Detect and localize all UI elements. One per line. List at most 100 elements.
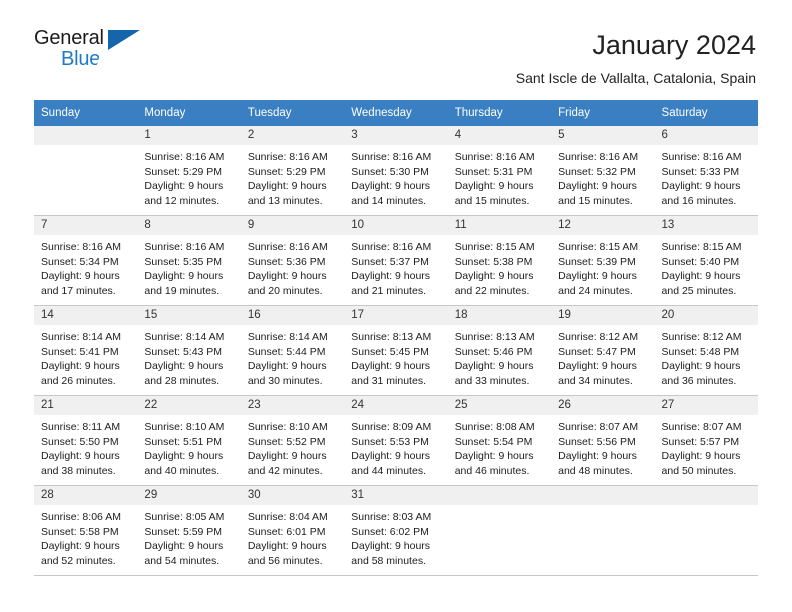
calendar-day-cell[interactable]: 17 Sunrise: 8:13 AM Sunset: 5:45 PM Dayligh… (344, 306, 448, 395)
calendar-day-cell[interactable]: 16 Sunrise: 8:14 AM Sunset: 5:44 PM Dayligh… (240, 306, 345, 395)
calendar-day-cell[interactable]: 5 Sunrise: 8:16 AM Sunset: 5:32 PM Daylight… (551, 126, 655, 215)
calendar-day-cell[interactable]: 10 Sunrise: 8:16 AM Sunset: 5:37 PM Dayligh… (344, 216, 448, 305)
day-daylight-1-text: Daylight: 9 hours (41, 540, 120, 553)
day-number: 18 (447, 306, 552, 326)
calendar-day-cell[interactable]: 1 Sunrise: 8:16 AM Sunset: 5:29 PM Daylight… (137, 126, 241, 215)
calendar-day-cell[interactable]: 13 Sunrise: 8:15 AM Sunset: 5:40 PM Dayligh… (654, 216, 758, 305)
day-sunrise-text: Sunrise: 8:13 AM (351, 331, 432, 344)
calendar-day-cell[interactable]: 11 Sunrise: 8:15 AM Sunset: 5:38 PM Dayligh… (447, 216, 552, 305)
calendar-week-row: 14 Sunrise: 8:14 AM Sunset: 5:41 PM Dayligh… (34, 306, 758, 397)
day-sunrise-text: Sunrise: 8:11 AM (41, 421, 121, 434)
page-subtitle: Sant Iscle de Vallalta, Catalonia, Spain (515, 70, 756, 87)
day-sunrise-text: Sunrise: 8:16 AM (558, 151, 639, 164)
day-daylight-2-text: and 33 minutes. (454, 374, 530, 387)
day-sunset-text: Sunset: 5:44 PM (247, 345, 326, 358)
calendar-day-cell[interactable]: 30 Sunrise: 8:04 AM Sunset: 6:01 PM Dayligh… (240, 486, 345, 575)
day-daylight-1-text: Daylight: 9 hours (351, 360, 431, 373)
day-details: Sunrise: 8:12 AM Sunset: 5:47 PM Daylight:… (551, 325, 654, 388)
day-sunset-text: Sunset: 5:56 PM (558, 435, 636, 448)
calendar-day-cell[interactable]: 8 Sunrise: 8:16 AM Sunset: 5:35 PM Daylight… (137, 216, 241, 305)
calendar-cell-empty (654, 486, 758, 575)
calendar-day-cell[interactable]: 29 Sunrise: 8:05 AM Sunset: 5:59 PM Dayligh… (137, 486, 241, 575)
calendar-day-cell[interactable]: 18 Sunrise: 8:13 AM Sunset: 5:46 PM Dayligh… (447, 306, 552, 395)
calendar-day-cell[interactable]: 12 Sunrise: 8:15 AM Sunset: 5:39 PM Dayligh… (551, 216, 655, 305)
calendar-day-cell[interactable]: 4 Sunrise: 8:16 AM Sunset: 5:31 PM Daylight… (447, 126, 552, 215)
day-sunset-text: Sunset: 5:29 PM (247, 165, 326, 178)
day-sunset-text: Sunset: 5:32 PM (558, 165, 636, 178)
calendar-day-cell[interactable]: 22 Sunrise: 8:10 AM Sunset: 5:51 PM Dayligh… (137, 396, 241, 485)
day-sunset-text: Sunset: 5:52 PM (247, 435, 326, 448)
day-daylight-2-text: and 48 minutes. (558, 464, 633, 477)
calendar-weeks: 1 Sunrise: 8:16 AM Sunset: 5:29 PM Daylight… (34, 126, 758, 577)
day-sunset-text: Sunset: 5:41 PM (41, 345, 119, 358)
calendar-day-cell[interactable]: 24 Sunrise: 8:09 AM Sunset: 5:53 PM Dayligh… (344, 396, 448, 485)
day-number: 5 (551, 126, 655, 146)
calendar-day-cell[interactable]: 14 Sunrise: 8:14 AM Sunset: 5:41 PM Dayligh… (34, 306, 138, 395)
calendar-day-cell[interactable]: 2 Sunrise: 8:16 AM Sunset: 5:29 PM Daylight… (240, 126, 345, 215)
calendar-day-cell[interactable]: 3 Sunrise: 8:16 AM Sunset: 5:30 PM Daylight… (344, 126, 448, 215)
calendar-day-cell[interactable]: 27 Sunrise: 8:07 AM Sunset: 5:57 PM Dayligh… (654, 396, 758, 485)
day-sunset-text: Sunset: 5:53 PM (351, 435, 429, 448)
calendar-cell-empty (447, 486, 552, 575)
calendar-day-cell[interactable]: 31 Sunrise: 8:03 AM Sunset: 6:02 PM Dayligh… (344, 486, 448, 575)
day-daylight-2-text: and 21 minutes. (351, 284, 426, 297)
day-sunrise-text: Sunrise: 8:08 AM (454, 421, 535, 434)
day-daylight-1-text: Daylight: 9 hours (247, 180, 327, 193)
calendar-day-cell[interactable]: 25 Sunrise: 8:08 AM Sunset: 5:54 PM Dayligh… (447, 396, 552, 485)
day-sunrise-text: Sunrise: 8:10 AM (247, 421, 328, 434)
day-sunset-text: Sunset: 5:43 PM (144, 345, 223, 358)
calendar-day-cell[interactable]: 19 Sunrise: 8:12 AM Sunset: 5:47 PM Dayligh… (551, 306, 655, 395)
day-number: 1 (137, 126, 241, 146)
day-number: 28 (34, 486, 138, 506)
calendar-day-cell[interactable]: 21 Sunrise: 8:11 AM Sunset: 5:50 PM Dayligh… (34, 396, 138, 485)
day-sunset-text: Sunset: 5:57 PM (661, 435, 740, 448)
day-daylight-1-text: Daylight: 9 hours (454, 450, 534, 463)
calendar-week-row: 1 Sunrise: 8:16 AM Sunset: 5:29 PM Daylight… (34, 126, 758, 217)
calendar-grid: Sunday Monday Tuesday Wednesday Thursday… (34, 100, 758, 577)
day-sunrise-text: Sunrise: 8:04 AM (247, 511, 328, 524)
day-number: 29 (137, 486, 241, 506)
day-daylight-1-text: Daylight: 9 hours (558, 270, 637, 283)
calendar-day-cell[interactable]: 20 Sunrise: 8:12 AM Sunset: 5:48 PM Dayligh… (654, 306, 758, 395)
day-daylight-2-text: and 19 minutes. (144, 284, 220, 297)
calendar-day-cell[interactable]: 28 Sunrise: 8:06 AM Sunset: 5:58 PM Dayligh… (34, 486, 138, 575)
day-daylight-1-text: Daylight: 9 hours (247, 270, 327, 283)
day-details: Sunrise: 8:12 AM Sunset: 5:48 PM Daylight:… (655, 325, 758, 388)
day-details: Sunrise: 8:16 AM Sunset: 5:31 PM Daylight:… (448, 145, 551, 208)
day-details: Sunrise: 8:16 AM Sunset: 5:33 PM Daylight:… (655, 145, 758, 208)
calendar-day-cell[interactable]: 23 Sunrise: 8:10 AM Sunset: 5:52 PM Dayligh… (240, 396, 345, 485)
calendar-day-cell[interactable]: 9 Sunrise: 8:16 AM Sunset: 5:36 PM Daylight… (240, 216, 345, 305)
day-details: Sunrise: 8:06 AM Sunset: 5:58 PM Daylight:… (34, 505, 137, 568)
day-sunset-text: Sunset: 5:29 PM (144, 165, 223, 178)
calendar-day-cell[interactable]: 15 Sunrise: 8:14 AM Sunset: 5:43 PM Dayligh… (137, 306, 241, 395)
day-number: 24 (344, 396, 448, 416)
day-sunset-text: Sunset: 5:36 PM (247, 255, 326, 268)
day-daylight-2-text: and 17 minutes. (41, 284, 116, 297)
day-details: Sunrise: 8:04 AM Sunset: 6:01 PM Daylight:… (241, 505, 344, 568)
day-daylight-2-text: and 22 minutes. (454, 284, 530, 297)
calendar-day-cell[interactable]: 6 Sunrise: 8:16 AM Sunset: 5:33 PM Daylight… (654, 126, 758, 215)
day-details: Sunrise: 8:08 AM Sunset: 5:54 PM Daylight:… (448, 415, 551, 478)
general-blue-logo[interactable]: General Blue (34, 28, 154, 80)
day-sunset-text: Sunset: 6:01 PM (247, 525, 326, 538)
calendar-day-cell[interactable]: 7 Sunrise: 8:16 AM Sunset: 5:34 PM Daylight… (34, 216, 138, 305)
logo-triangle-icon (108, 30, 140, 50)
calendar-day-cell[interactable]: 26 Sunrise: 8:07 AM Sunset: 5:56 PM Dayligh… (551, 396, 655, 485)
day-sunset-text: Sunset: 5:37 PM (351, 255, 429, 268)
day-daylight-2-text: and 58 minutes. (351, 554, 426, 567)
day-sunrise-text: Sunrise: 8:06 AM (41, 511, 121, 524)
day-daylight-1-text: Daylight: 9 hours (454, 180, 534, 193)
day-sunrise-text: Sunrise: 8:16 AM (351, 241, 432, 254)
day-details: Sunrise: 8:16 AM Sunset: 5:29 PM Daylight:… (241, 145, 344, 208)
day-details: Sunrise: 8:14 AM Sunset: 5:41 PM Daylight:… (34, 325, 137, 388)
day-daylight-2-text: and 56 minutes. (247, 554, 323, 567)
day-sunrise-text: Sunrise: 8:14 AM (247, 331, 328, 344)
day-details: Sunrise: 8:15 AM Sunset: 5:40 PM Daylight:… (655, 235, 758, 298)
weekday-header-friday: Friday (558, 107, 591, 119)
day-daylight-1-text: Daylight: 9 hours (661, 450, 741, 463)
page-title: January 2024 (592, 30, 756, 60)
day-daylight-1-text: Daylight: 9 hours (247, 360, 327, 373)
day-daylight-1-text: Daylight: 9 hours (661, 270, 741, 283)
day-number: 8 (137, 216, 241, 236)
day-number: 3 (344, 126, 448, 146)
